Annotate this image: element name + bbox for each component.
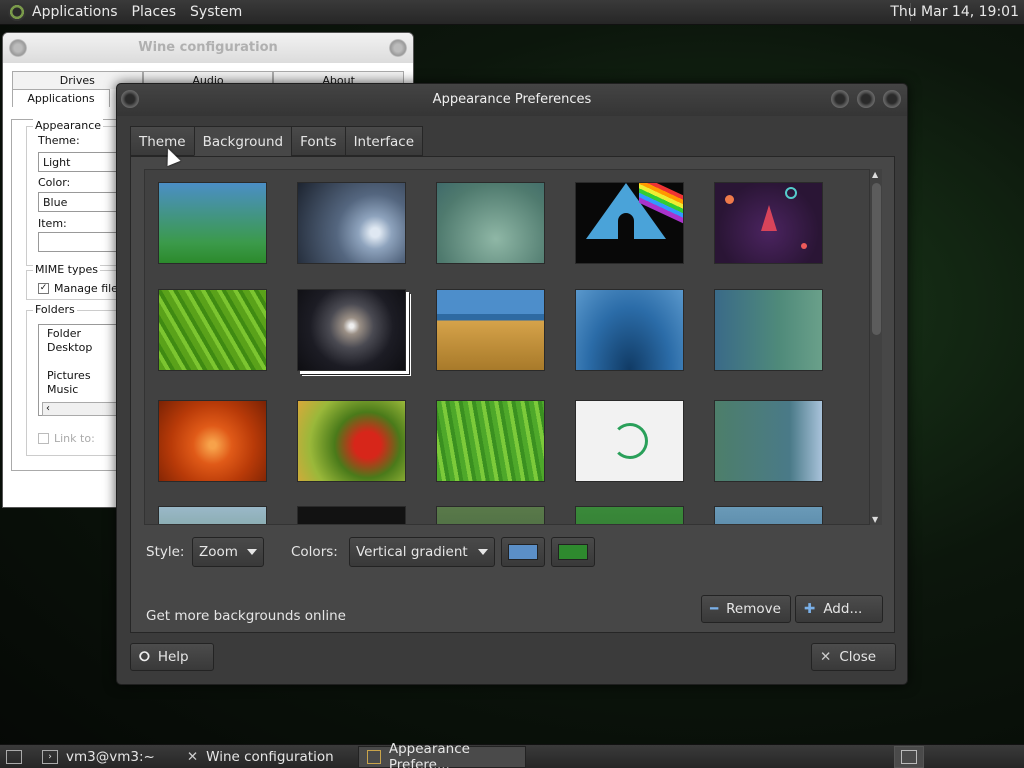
show-desktop-button[interactable] — [0, 746, 32, 768]
wine-title: Wine configuration — [138, 40, 278, 55]
wallpaper-thumb[interactable] — [714, 289, 823, 371]
help-icon: ⭘ — [139, 649, 150, 665]
wine-color-label: Color: — [38, 176, 71, 189]
wallpaper-thumb[interactable] — [575, 182, 684, 264]
wallpaper-thumb[interactable] — [714, 182, 823, 264]
remove-button[interactable]: ━ Remove — [701, 595, 791, 623]
tab-fonts[interactable]: Fonts — [291, 126, 345, 156]
wallpaper-thumb[interactable] — [436, 289, 545, 371]
wallpaper-thumb[interactable] — [297, 506, 406, 524]
remove-label: Remove — [726, 601, 781, 617]
wine-manage-file-checkbox[interactable]: ✓ Manage file a — [38, 282, 128, 295]
menu-places[interactable]: Places — [132, 4, 177, 20]
add-button[interactable]: ✚ Add... — [795, 595, 883, 623]
more-backgrounds-link[interactable]: Get more backgrounds online — [146, 608, 346, 624]
wallpaper-thumb-selected[interactable] — [297, 289, 406, 371]
menu-system[interactable]: System — [190, 4, 242, 20]
task-wine-config[interactable]: ✕ Wine configuration — [179, 746, 342, 768]
background-tab-panel: ▲ ▼ Style: Zoom Colors: Vertical gradien… — [130, 156, 895, 633]
check-icon: ✓ — [38, 283, 49, 294]
colors-value: Vertical gradient — [356, 544, 468, 560]
dropdown-arrow-icon — [247, 549, 257, 555]
wallpaper-thumb[interactable] — [297, 400, 406, 482]
wallpaper-thumb[interactable] — [436, 506, 545, 524]
wine-folders-label: Folders — [33, 303, 77, 316]
scroll-down-icon[interactable]: ▼ — [872, 515, 878, 524]
wallpaper-thumb[interactable] — [575, 506, 684, 524]
help-button[interactable]: ⭘ Help — [130, 643, 214, 671]
wallpaper-thumb[interactable] — [297, 182, 406, 264]
task-terminal[interactable]: › vm3@vm3:~ — [34, 746, 163, 768]
close-icon[interactable] — [883, 90, 901, 108]
maximize-icon[interactable] — [857, 90, 875, 108]
desktop-icon — [6, 749, 22, 764]
appearance-title: Appearance Preferences — [432, 92, 592, 107]
wallpaper-thumb[interactable] — [158, 400, 267, 482]
wallpaper-thumb[interactable] — [158, 289, 267, 371]
tools-icon: ✕ — [186, 748, 199, 765]
task-wine-label: Wine configuration — [206, 748, 334, 765]
appearance-titlebar[interactable]: Appearance Preferences — [117, 84, 907, 116]
top-panel: Applications Places System Thu Mar 14, 1… — [0, 0, 1024, 25]
appearance-icon — [366, 749, 381, 764]
wallpaper-thumb[interactable] — [714, 506, 823, 524]
colors-label: Colors: — [291, 544, 338, 560]
wine-titlebar[interactable]: Wine configuration — [3, 33, 413, 63]
wine-link-to-label: Link to: — [54, 432, 95, 445]
window-menu-icon[interactable] — [121, 90, 139, 108]
colors-combo[interactable]: Vertical gradient — [349, 537, 495, 567]
wallpaper-thumb[interactable] — [436, 400, 545, 482]
scroll-up-icon[interactable]: ▲ — [872, 170, 878, 179]
tab-background[interactable]: Background — [193, 126, 292, 156]
appearance-window[interactable]: Appearance Preferences Theme Background … — [116, 83, 908, 685]
primary-color-button[interactable] — [501, 537, 545, 567]
task-terminal-label: vm3@vm3:~ — [66, 748, 155, 765]
wallpaper-thumb[interactable] — [575, 400, 684, 482]
wine-item-label: Item: — [38, 217, 67, 230]
primary-color-swatch — [508, 544, 538, 560]
secondary-color-button[interactable] — [551, 537, 595, 567]
style-label: Style: — [146, 544, 185, 560]
task-appearance[interactable]: Appearance Prefere... — [357, 741, 526, 768]
secondary-color-swatch — [558, 544, 588, 560]
terminal-icon: › — [42, 749, 58, 764]
workspace-icon — [901, 750, 917, 764]
workspace-switcher[interactable] — [894, 746, 924, 768]
help-label: Help — [157, 649, 189, 665]
minimize-icon[interactable] — [831, 90, 849, 108]
wallpaper-gallery[interactable] — [144, 169, 870, 525]
close-button[interactable]: ✕ Close — [811, 643, 896, 671]
dropdown-arrow-icon — [478, 549, 488, 555]
wine-tabrow-2: Applications — [12, 89, 110, 107]
wallpaper-thumb[interactable] — [714, 400, 823, 482]
style-value: Zoom — [199, 544, 238, 560]
wallpaper-thumb[interactable] — [436, 182, 545, 264]
bottom-panel: › vm3@vm3:~ ✕ Wine configuration Appeara… — [0, 741, 1024, 768]
wine-appearance-label: Appearance — [33, 119, 104, 132]
task-appearance-label: Appearance Prefere... — [388, 740, 470, 768]
distro-logo-icon[interactable] — [8, 3, 26, 21]
gallery-scrollbar[interactable]: ▲ ▼ — [870, 169, 882, 525]
plus-icon: ✚ — [804, 601, 816, 617]
add-label: Add... — [823, 601, 863, 617]
wallpaper-thumb[interactable] — [158, 506, 267, 524]
close-label: Close — [839, 649, 877, 665]
wallpaper-thumb[interactable] — [575, 289, 684, 371]
wine-mime-label: MIME types — [33, 263, 100, 276]
wine-close-icon[interactable] — [389, 39, 407, 57]
wallpaper-thumb[interactable] — [158, 182, 267, 264]
minus-icon: ━ — [710, 601, 719, 617]
close-x-icon: ✕ — [820, 649, 832, 665]
wine-theme-label: Theme: — [38, 134, 80, 147]
tab-interface[interactable]: Interface — [344, 126, 424, 156]
chevron-left-icon[interactable]: ‹ — [46, 403, 50, 414]
style-combo[interactable]: Zoom — [192, 537, 264, 567]
menu-applications[interactable]: Applications — [32, 4, 118, 20]
checkbox-icon — [38, 433, 49, 444]
clock[interactable]: Thu Mar 14, 19:01 — [890, 4, 1019, 20]
wine-tab-applications[interactable]: Applications — [12, 89, 110, 107]
wine-link-to-checkbox[interactable]: Link to: — [38, 432, 95, 445]
scrollbar-thumb[interactable] — [872, 183, 881, 335]
wine-menu-icon[interactable] — [9, 39, 27, 57]
